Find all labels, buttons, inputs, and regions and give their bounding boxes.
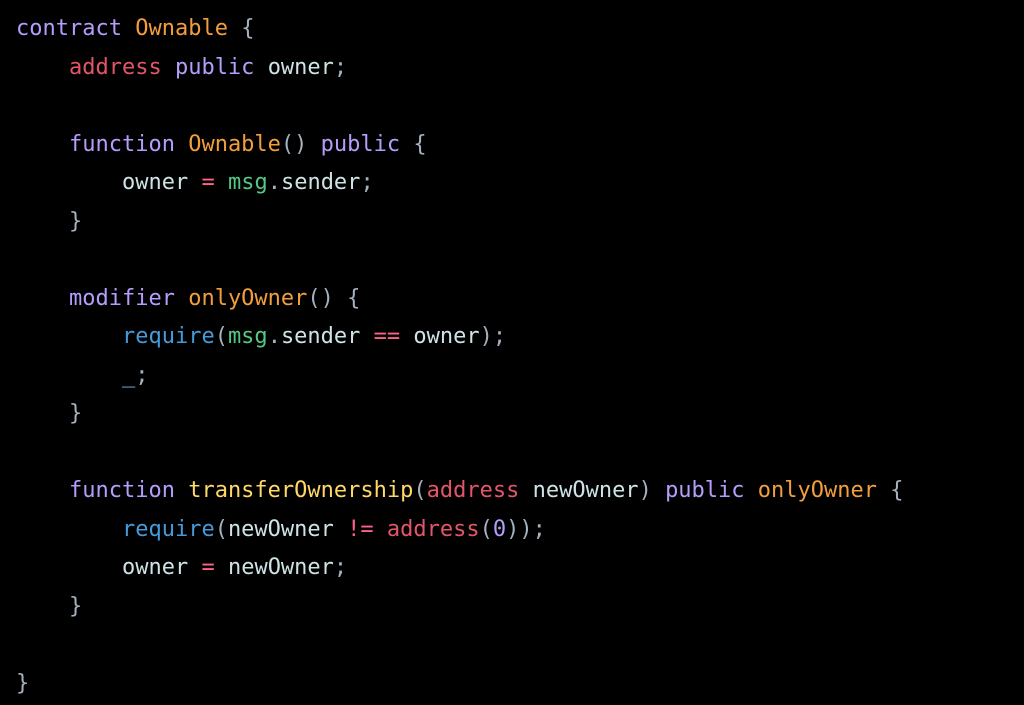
operator-assign: = (201, 555, 214, 580)
code-line: _; (16, 357, 1008, 396)
blank-line (16, 241, 1008, 280)
placeholder-underscore: _ (122, 363, 135, 388)
modifier-onlyowner: onlyOwner (758, 478, 877, 503)
function-name: transferOwnership (188, 478, 413, 503)
code-line: address public owner; (16, 49, 1008, 88)
dot: . (268, 170, 281, 195)
keyword-public: public (175, 55, 254, 80)
brace-open: { (413, 132, 426, 157)
identifier-newowner: newOwner (533, 478, 639, 503)
code-line: modifier onlyOwner() { (16, 280, 1008, 319)
identifier-sender: sender (281, 324, 360, 349)
brace-open: { (890, 478, 903, 503)
keyword-function: function (69, 478, 175, 503)
semicolon: ; (334, 55, 347, 80)
call-require: require (122, 517, 215, 542)
paren-close: ) (506, 517, 519, 542)
identifier-owner: owner (268, 55, 334, 80)
paren-close: ) (294, 132, 307, 157)
code-editor[interactable]: contract Ownable { address public owner;… (16, 10, 1008, 703)
code-line: function transferOwnership(address newOw… (16, 472, 1008, 511)
code-line: require(msg.sender == owner); (16, 318, 1008, 357)
paren-close: ) (321, 286, 334, 311)
code-line: owner = newOwner; (16, 549, 1008, 588)
paren-open: ( (480, 517, 493, 542)
paren-open: ( (307, 286, 320, 311)
identifier-msg: msg (228, 324, 268, 349)
blank-line (16, 434, 1008, 473)
operator-eq: == (374, 324, 401, 349)
brace-close: } (16, 671, 29, 696)
code-line: owner = msg.sender; (16, 164, 1008, 203)
blank-line (16, 626, 1008, 665)
code-line: } (16, 665, 1008, 704)
brace-open: { (347, 286, 360, 311)
paren-open: ( (281, 132, 294, 157)
identifier-owner: owner (413, 324, 479, 349)
function-name: Ownable (188, 132, 281, 157)
paren-open: ( (215, 517, 228, 542)
identifier-msg: msg (228, 170, 268, 195)
code-line: contract Ownable { (16, 10, 1008, 49)
semicolon: ; (334, 555, 347, 580)
modifier-name: onlyOwner (188, 286, 307, 311)
semicolon: ; (135, 363, 148, 388)
identifier-owner: owner (122, 555, 188, 580)
code-line: } (16, 395, 1008, 434)
type-address: address (427, 478, 520, 503)
paren-close: ) (519, 517, 532, 542)
code-line: require(newOwner != address(0)); (16, 511, 1008, 550)
operator-assign: = (201, 170, 214, 195)
keyword-public: public (665, 478, 744, 503)
brace-close: } (69, 594, 82, 619)
semicolon: ; (493, 324, 506, 349)
brace-close: } (69, 401, 82, 426)
brace-close: } (69, 209, 82, 234)
paren-close: ) (480, 324, 493, 349)
semicolon: ; (360, 170, 373, 195)
contract-name: Ownable (135, 16, 228, 41)
type-address: address (69, 55, 162, 80)
operator-neq: != (347, 517, 374, 542)
code-line: function Ownable() public { (16, 126, 1008, 165)
identifier-sender: sender (281, 170, 360, 195)
brace-open: { (241, 16, 254, 41)
paren-close: ) (639, 478, 652, 503)
number-zero: 0 (493, 517, 506, 542)
keyword-function: function (69, 132, 175, 157)
call-require: require (122, 324, 215, 349)
code-line: } (16, 203, 1008, 242)
semicolon: ; (533, 517, 546, 542)
blank-line (16, 87, 1008, 126)
identifier-newowner: newOwner (228, 555, 334, 580)
code-line: } (16, 588, 1008, 627)
identifier-owner: owner (122, 170, 188, 195)
keyword-public: public (321, 132, 400, 157)
paren-open: ( (413, 478, 426, 503)
paren-open: ( (215, 324, 228, 349)
keyword-modifier: modifier (69, 286, 175, 311)
call-address: address (387, 517, 480, 542)
identifier-newowner: newOwner (228, 517, 334, 542)
dot: . (268, 324, 281, 349)
keyword-contract: contract (16, 16, 122, 41)
